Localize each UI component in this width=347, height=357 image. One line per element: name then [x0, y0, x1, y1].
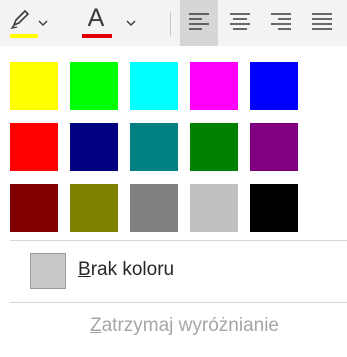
justify-icon — [312, 13, 332, 30]
font-color-button[interactable]: A — [78, 0, 140, 46]
color-swatch[interactable] — [70, 123, 118, 171]
color-swatch[interactable] — [10, 62, 58, 110]
no-color-label: Brak koloru — [78, 259, 175, 280]
color-swatch[interactable] — [10, 123, 58, 171]
menu-divider — [10, 302, 347, 303]
align-left-button[interactable] — [180, 0, 218, 46]
menu-divider — [10, 240, 347, 241]
no-color-swatch — [30, 253, 66, 289]
align-left-icon — [189, 13, 209, 30]
font-color-letter: A — [87, 4, 105, 32]
color-swatch[interactable] — [10, 184, 58, 232]
ribbon-toolbar: A — [0, 0, 347, 46]
highlighter-icon — [10, 9, 30, 30]
stop-highlighting-menu-item[interactable]: Zatrzymaj wyróżnianie — [90, 315, 279, 337]
chevron-down-icon[interactable] — [126, 19, 136, 27]
color-swatch[interactable] — [130, 184, 178, 232]
highlight-color-indicator — [10, 34, 38, 38]
color-swatch[interactable] — [250, 184, 298, 232]
accelerator-key: B — [78, 259, 91, 280]
accelerator-key: Z — [90, 315, 102, 336]
color-swatch[interactable] — [130, 123, 178, 171]
color-swatch[interactable] — [70, 184, 118, 232]
align-right-button[interactable] — [262, 0, 300, 46]
chevron-down-icon[interactable] — [38, 19, 48, 27]
color-swatch[interactable] — [130, 62, 178, 110]
highlight-color-palette — [10, 62, 310, 232]
color-swatch[interactable] — [70, 62, 118, 110]
font-color-indicator — [82, 34, 112, 38]
justify-button[interactable] — [303, 0, 347, 46]
color-swatch[interactable] — [190, 62, 238, 110]
color-swatch[interactable] — [190, 184, 238, 232]
no-color-menu-item[interactable]: Brak koloru — [20, 250, 320, 294]
align-right-icon — [271, 13, 291, 30]
color-swatch[interactable] — [250, 123, 298, 171]
toolbar-separator — [170, 12, 171, 36]
highlight-color-button[interactable] — [4, 0, 48, 46]
color-swatch[interactable] — [190, 123, 238, 171]
color-swatch[interactable] — [250, 62, 298, 110]
align-center-icon — [230, 13, 250, 30]
align-center-button[interactable] — [221, 0, 259, 46]
